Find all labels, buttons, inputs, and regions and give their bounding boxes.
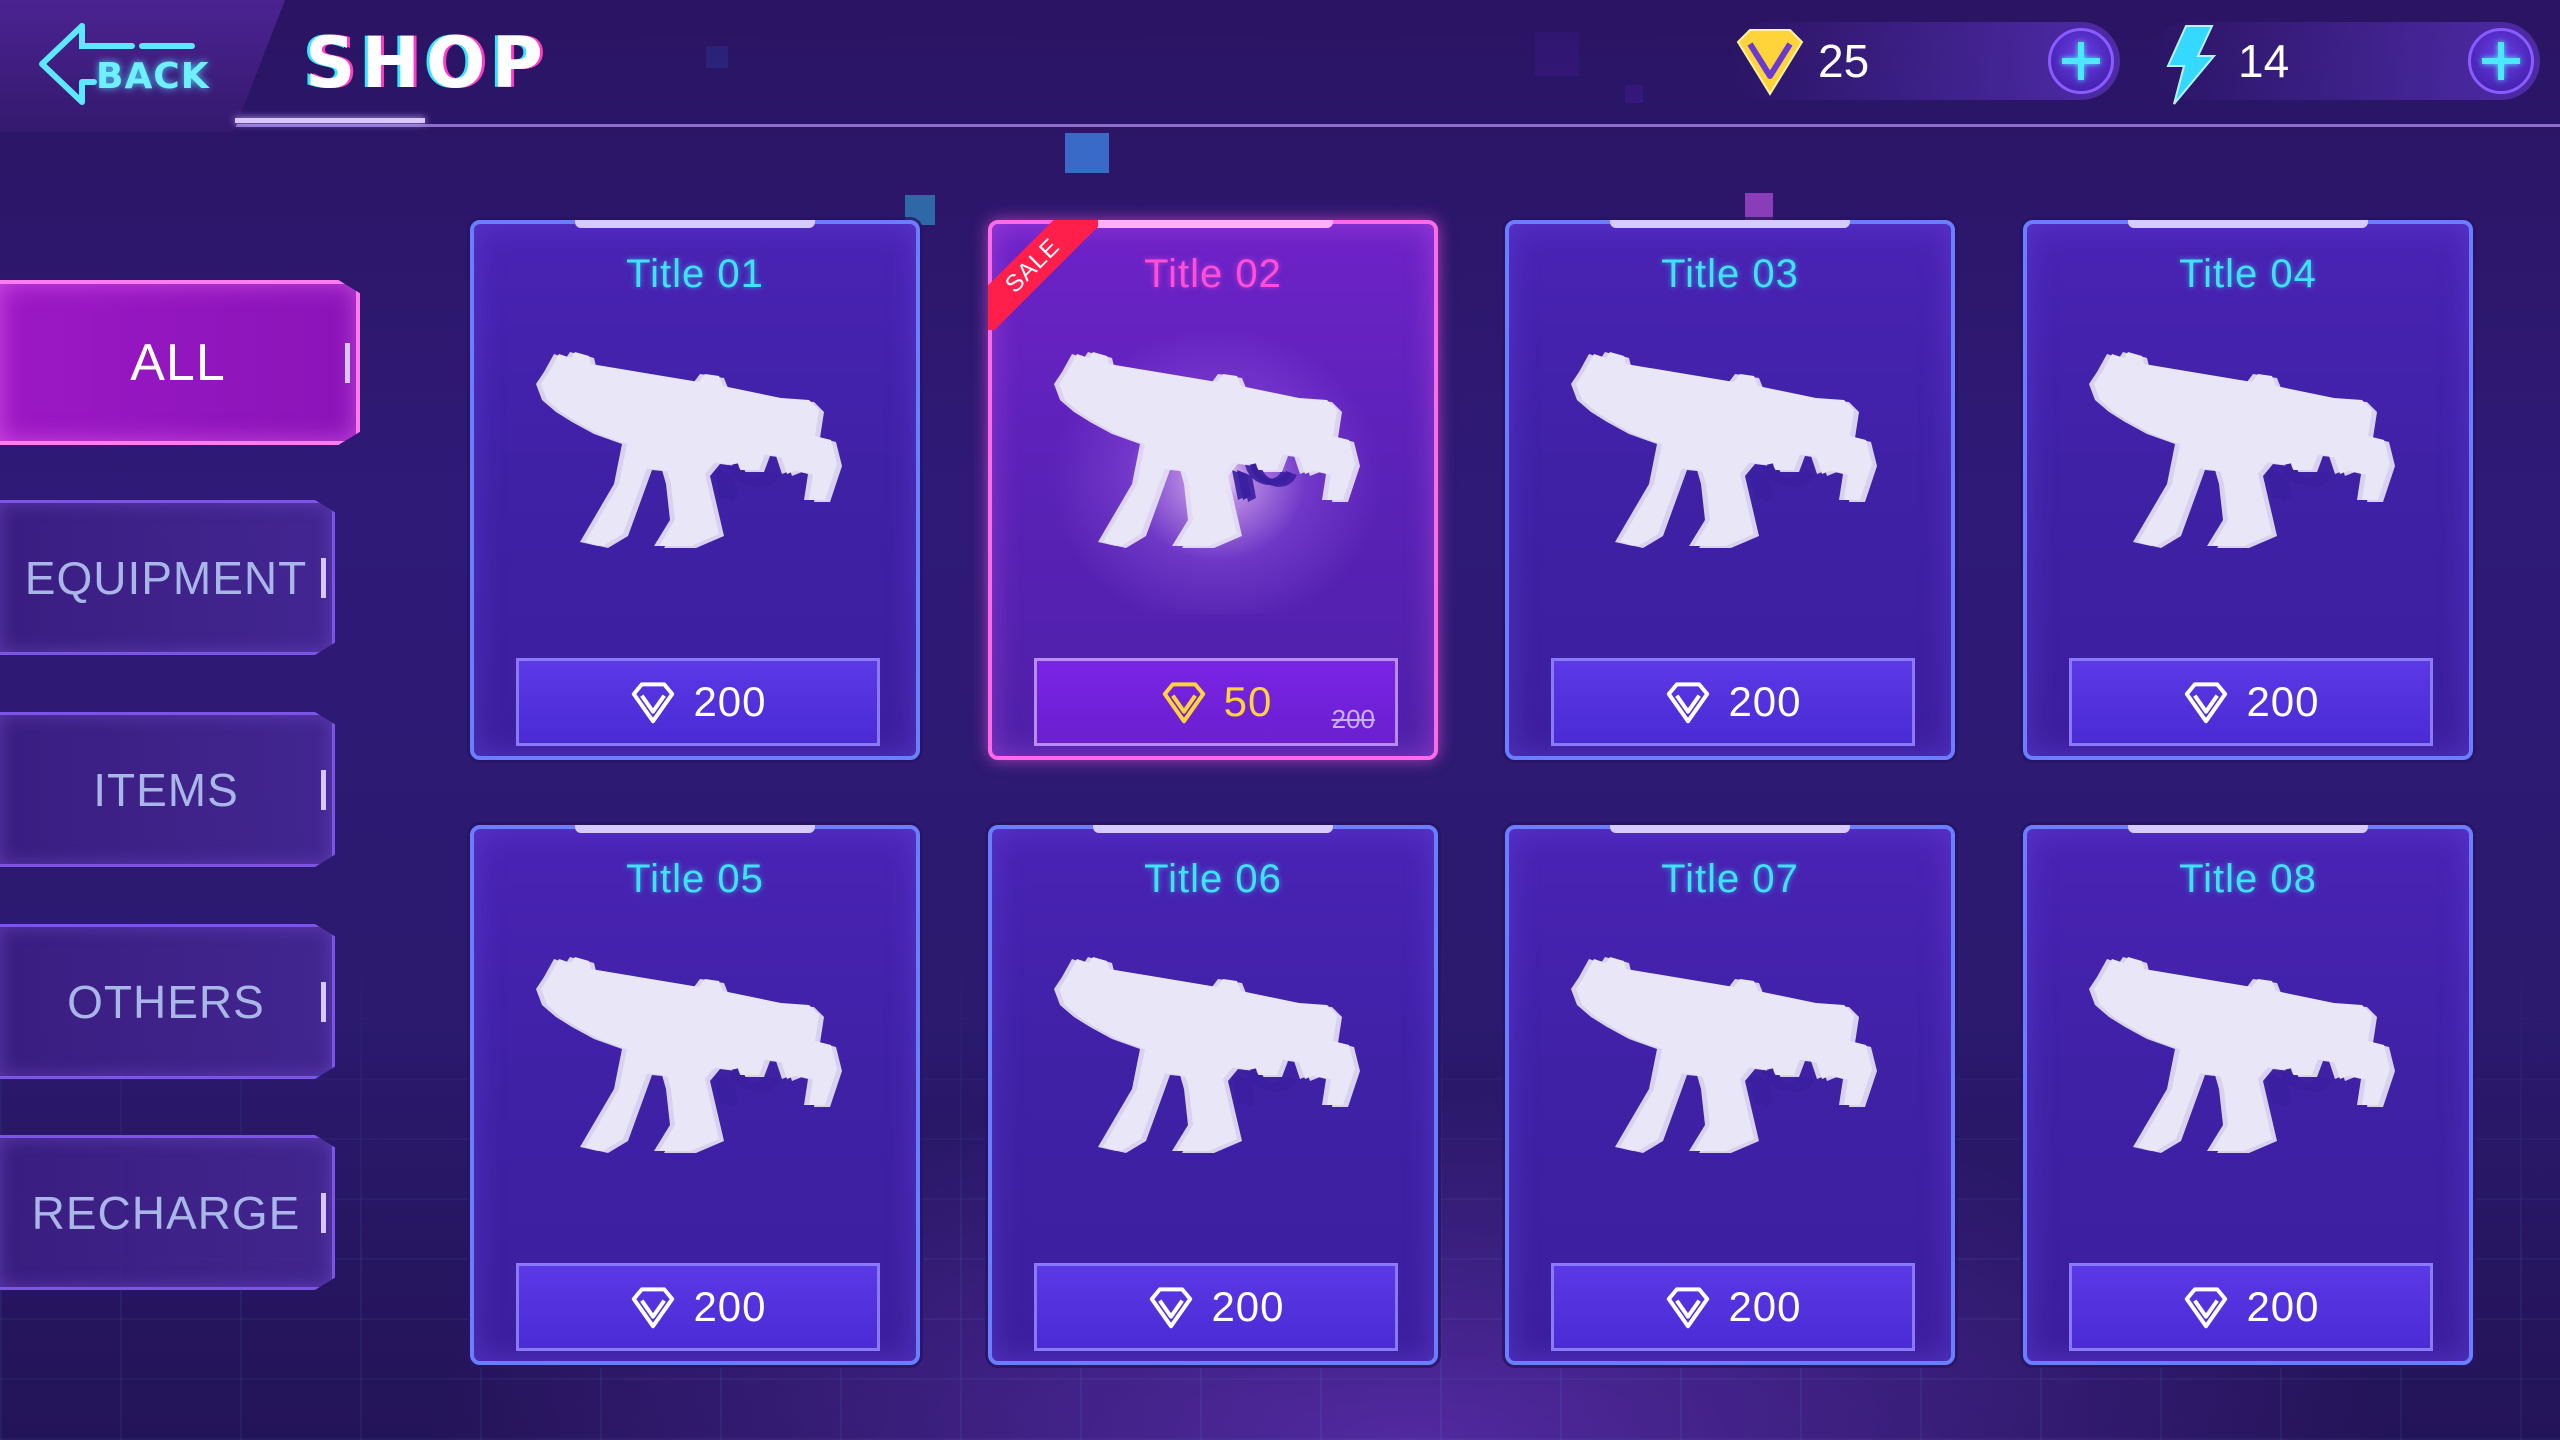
item-title: Title 04	[2179, 252, 2317, 296]
tab-notch	[321, 1192, 326, 1233]
shop-item-card[interactable]: Title 06 200	[988, 825, 1438, 1365]
item-title: Title 05	[626, 857, 764, 901]
gem-icon	[2185, 682, 2228, 724]
smg-icon	[1554, 324, 1914, 564]
page-title: SHOP	[305, 22, 549, 104]
tab-label: OTHERS	[67, 975, 265, 1028]
gem-icon	[632, 1287, 675, 1329]
tab-equipment[interactable]: EQUIPMENT	[0, 500, 335, 655]
item-price: 200	[693, 678, 767, 725]
tab-notch	[321, 981, 326, 1022]
shop-item-card[interactable]: Title 08 200	[2023, 825, 2473, 1365]
shop-item-card[interactable]: Title 01 200	[470, 220, 920, 760]
tab-notch	[321, 769, 326, 810]
top-bar: BACK SHOP 25 14	[0, 0, 2560, 132]
tab-label: EQUIPMENT	[24, 551, 308, 604]
shop-item-card[interactable]: SALE Title 02 50 200	[988, 220, 1438, 760]
smg-icon	[2072, 929, 2432, 1169]
gem-icon	[1162, 682, 1205, 724]
buy-button[interactable]: 50 200	[1034, 658, 1398, 746]
tab-label: RECHARGE	[31, 1186, 301, 1239]
item-title: Title 01	[626, 252, 764, 296]
tab-items[interactable]: ITEMS	[0, 712, 335, 867]
buy-button[interactable]: 200	[1034, 1263, 1398, 1351]
item-title: Title 07	[1661, 857, 1799, 901]
gem-icon	[1667, 682, 1710, 724]
shop-item-card[interactable]: Title 05 200	[470, 825, 920, 1365]
lightning-icon	[2166, 25, 2217, 105]
tab-all[interactable]: ALL	[0, 280, 360, 445]
buy-button[interactable]: 200	[1551, 1263, 1915, 1351]
card-top-accent	[575, 825, 815, 833]
add-energy-button[interactable]	[2468, 28, 2534, 94]
smg-icon	[519, 324, 879, 564]
buy-button[interactable]: 200	[516, 658, 880, 746]
card-top-accent	[2128, 220, 2368, 228]
add-gems-button[interactable]	[2048, 28, 2114, 94]
gem-icon	[1150, 1287, 1193, 1329]
gem-count: 25	[1818, 35, 1870, 87]
smg-icon	[2072, 324, 2432, 564]
card-top-accent	[2128, 825, 2368, 833]
item-price: 200	[693, 1283, 767, 1330]
buy-button[interactable]: 200	[516, 1263, 880, 1351]
gem-icon	[1736, 29, 1804, 96]
smg-icon	[1554, 929, 1914, 1169]
decor-square	[1065, 133, 1109, 173]
card-top-accent	[1093, 825, 1333, 833]
shop-item-card[interactable]: Title 03 200	[1505, 220, 1955, 760]
item-title: Title 06	[1144, 857, 1282, 901]
smg-icon	[519, 929, 879, 1169]
energy-counter: 14	[2150, 22, 2540, 105]
tab-label: ITEMS	[93, 763, 239, 816]
decor-square	[1745, 193, 1773, 221]
card-top-accent	[575, 220, 815, 228]
gem-icon	[632, 682, 675, 724]
shop-item-card[interactable]: Title 04 200	[2023, 220, 2473, 760]
buy-button[interactable]: 200	[2069, 658, 2433, 746]
card-top-accent	[1610, 825, 1850, 833]
gem-counter: 25	[1730, 22, 2120, 100]
item-price: 200	[1728, 678, 1802, 725]
back-button[interactable]: BACK	[0, 0, 285, 132]
item-price: 200	[2246, 1283, 2320, 1330]
buy-button[interactable]: 200	[2069, 1263, 2433, 1351]
item-price: 200	[1728, 1283, 1802, 1330]
gem-icon	[2185, 1287, 2228, 1329]
card-top-accent	[1093, 220, 1333, 228]
item-title: Title 02	[1144, 252, 1282, 296]
item-price: 200	[1211, 1283, 1285, 1330]
item-price: 50	[1223, 678, 1273, 725]
title-underline	[235, 118, 425, 123]
tab-recharge[interactable]: RECHARGE	[0, 1135, 335, 1290]
tab-notch	[345, 342, 350, 383]
card-top-accent	[1610, 220, 1850, 228]
gem-icon	[1667, 1287, 1710, 1329]
shop-item-card[interactable]: Title 07 200	[1505, 825, 1955, 1365]
buy-button[interactable]: 200	[1551, 658, 1915, 746]
original-price: 200	[1331, 704, 1375, 734]
item-title: Title 03	[1661, 252, 1799, 296]
item-price: 200	[2246, 678, 2320, 725]
smg-icon	[1037, 324, 1397, 564]
tab-others[interactable]: OTHERS	[0, 924, 335, 1079]
item-title: Title 08	[2179, 857, 2317, 901]
tab-label: ALL	[130, 333, 226, 392]
smg-icon	[1037, 929, 1397, 1169]
energy-count: 14	[2238, 35, 2290, 87]
back-label: BACK	[96, 56, 210, 97]
tab-notch	[321, 557, 326, 598]
